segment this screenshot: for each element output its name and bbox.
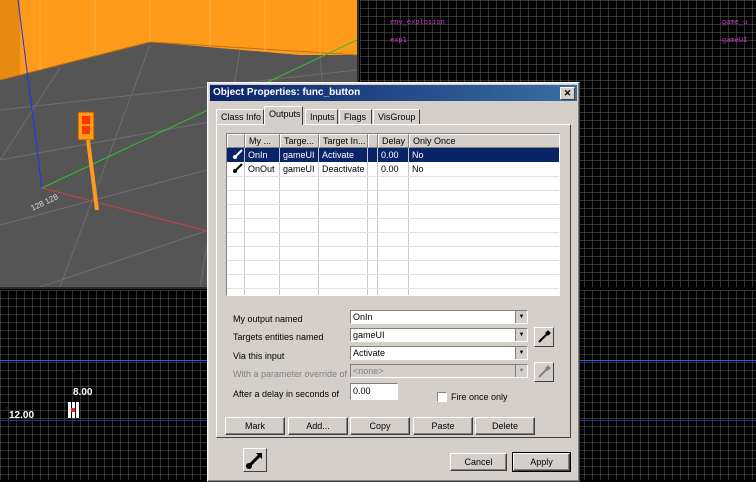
- object-properties-dialog: Object Properties: func_button ✕ Class I…: [207, 82, 580, 482]
- dropdown-arrow-icon[interactable]: ▼: [515, 311, 527, 323]
- grid-line: [244, 148, 245, 295]
- column-header-delay[interactable]: Delay: [378, 134, 409, 148]
- button-brush-center: [71, 408, 75, 412]
- fire-once-label: Fire once only: [451, 392, 508, 402]
- dropdown-arrow-icon[interactable]: ▼: [515, 347, 527, 359]
- outputs-list[interactable]: My ... Targe... Target In... Delay Only …: [226, 133, 560, 296]
- param-override-combo: <none> ▼: [350, 364, 528, 378]
- tab-class-info[interactable]: Class Info: [216, 109, 264, 124]
- column-header-only-once[interactable]: Only Once: [409, 134, 559, 148]
- input-value: Activate: [353, 348, 386, 358]
- fire-once-checkbox[interactable]: [437, 392, 447, 402]
- grid-line: [227, 232, 559, 233]
- marker-top: ◦: [71, 368, 76, 376]
- column-header-target-input[interactable]: Target In...: [319, 134, 368, 148]
- output-name-value: OnIn: [353, 312, 373, 322]
- row-delay: 0.00: [381, 164, 399, 174]
- output-connection-icon: [229, 148, 245, 162]
- row-target-input: Deactivate: [322, 164, 365, 174]
- target-picker-button[interactable]: [534, 327, 554, 347]
- delay-input[interactable]: 0.00: [350, 383, 398, 400]
- grid-line: [227, 274, 559, 275]
- grid-line: [227, 176, 559, 177]
- column-header-my-output[interactable]: My ...: [245, 134, 280, 148]
- column-header-icon[interactable]: [227, 134, 245, 148]
- grid-line: [227, 204, 559, 205]
- grid-line: [279, 148, 280, 295]
- apply-button[interactable]: Apply: [512, 452, 571, 472]
- entity-label-env-explosion[interactable]: env_explosion: [390, 18, 445, 26]
- delay-label: After a delay in seconds of: [233, 389, 340, 399]
- row-delay: 0.00: [381, 150, 399, 160]
- row-target-input: Activate: [322, 150, 355, 160]
- output-row-onout[interactable]: OnOut gameUI Deactivate 0.00 No: [227, 162, 559, 176]
- dimension-width-label: 12.00: [9, 410, 35, 421]
- grid-line: [227, 246, 559, 247]
- mark-button[interactable]: Mark: [225, 417, 285, 435]
- close-button[interactable]: ✕: [560, 87, 575, 100]
- targets-combo[interactable]: gameUI ▼: [350, 328, 528, 342]
- copy-button[interactable]: Copy: [350, 417, 410, 435]
- tab-inputs[interactable]: Inputs: [305, 109, 338, 124]
- param-picker-button: [534, 362, 554, 382]
- entity-label-game-u[interactable]: game_u: [722, 18, 747, 26]
- grid-line: [377, 148, 378, 295]
- dimension-height-label: 8.00: [73, 387, 93, 398]
- targets-label: Targets entities named: [233, 332, 324, 342]
- targets-value: gameUI: [353, 330, 385, 340]
- row-only-once: No: [412, 150, 424, 160]
- input-combo[interactable]: Activate ▼: [350, 346, 528, 360]
- output-name-combo[interactable]: OnIn ▼: [350, 310, 528, 324]
- dropdown-arrow-icon[interactable]: ▼: [515, 329, 527, 341]
- row-target: gameUI: [283, 150, 315, 160]
- list-header: My ... Targe... Target In... Delay Only …: [227, 134, 559, 148]
- grid-line: [227, 260, 559, 261]
- row-output-name: OnOut: [248, 164, 275, 174]
- param-override-value: <none>: [353, 366, 384, 376]
- grid-line: [408, 148, 409, 295]
- eyedropper-icon: [538, 330, 551, 343]
- entity-label-exp1[interactable]: exp1: [390, 36, 407, 44]
- grid-line: [318, 148, 319, 295]
- paste-button[interactable]: Paste: [413, 417, 473, 435]
- dropdown-arrow-icon: ▼: [515, 365, 527, 377]
- delete-button[interactable]: Delete: [475, 417, 535, 435]
- column-header-spacer[interactable]: [368, 134, 378, 148]
- dialog-title: Object Properties: func_button: [213, 87, 361, 98]
- eyedropper-icon: [538, 365, 551, 378]
- grid-line: [367, 148, 368, 295]
- row-output-name: OnIn: [248, 150, 268, 160]
- grid-line: [227, 218, 559, 219]
- tab-outputs[interactable]: Outputs: [264, 106, 303, 125]
- row-only-once: No: [412, 164, 424, 174]
- marker-right: ◦: [138, 405, 143, 413]
- output-row-onin[interactable]: OnIn gameUI Activate 0.00 No: [227, 148, 559, 162]
- cancel-button[interactable]: Cancel: [450, 453, 507, 471]
- grid-line: [227, 288, 559, 289]
- output-connection-icon: [229, 162, 245, 176]
- dialog-titlebar[interactable]: Object Properties: func_button ✕: [210, 85, 577, 101]
- entity-output-icon: [243, 448, 267, 472]
- column-header-target[interactable]: Targe...: [280, 134, 319, 148]
- entity-label-gameui[interactable]: gameUI: [722, 36, 747, 44]
- add-button[interactable]: Add...: [288, 417, 348, 435]
- tab-flags[interactable]: Flags: [339, 109, 372, 124]
- tab-visgroup[interactable]: VisGroup: [373, 109, 420, 124]
- input-label: Via this input: [233, 351, 285, 361]
- param-override-label: With a parameter override of: [233, 369, 348, 379]
- marker-left: ◦: [5, 405, 10, 413]
- row-target: gameUI: [283, 164, 315, 174]
- grid-line: [227, 190, 559, 191]
- output-name-label: My output named: [233, 314, 303, 324]
